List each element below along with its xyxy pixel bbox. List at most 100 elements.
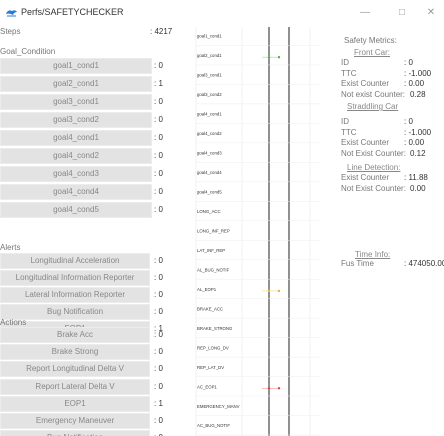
alerts-button[interactable]: Longitudinal Acceleration xyxy=(0,253,150,269)
line-detection-title: Line Detection: xyxy=(347,163,401,172)
window-title: Perfs/SAFETYCHECKER xyxy=(21,7,124,17)
event-marker xyxy=(267,55,271,59)
actions-button[interactable]: Report Longitudinal Delta V xyxy=(0,361,150,378)
goal-button[interactable]: goal4_cond5 xyxy=(0,202,152,218)
app-icon xyxy=(6,10,17,17)
goal-value: : 1 xyxy=(154,79,163,88)
title-bar: Perfs/SAFETYCHECKER — □ ✕ xyxy=(0,0,444,26)
actions-button[interactable]: Emergency Maneuver xyxy=(0,413,150,429)
goal-button[interactable]: goal4_cond3 xyxy=(0,166,152,182)
timeline-row-label: LONG_ACC xyxy=(197,209,221,214)
actions-button[interactable]: Brake Acc xyxy=(0,327,150,343)
timeline-row-label: goal4_cond3 xyxy=(197,151,222,156)
timeline-row-label: AC_EOP1 xyxy=(197,384,217,389)
goal-value: : 0 xyxy=(154,205,163,214)
actions-value: : 0 xyxy=(154,330,163,339)
metric-label: TTC xyxy=(341,68,357,78)
timeline-row-label: goal3_cond1 xyxy=(197,73,222,78)
alerts-button[interactable]: Lateral Information Reporter xyxy=(0,287,150,303)
event-marker xyxy=(267,387,271,390)
maximize-button[interactable]: □ xyxy=(392,5,412,21)
alerts-value: : 0 xyxy=(154,273,163,282)
timeline-row-label: goal1_cond1 xyxy=(197,34,222,39)
metric-value: : 0 xyxy=(404,58,413,67)
actions-value: : 0 xyxy=(154,347,163,357)
metric-value: : 474050.00 xyxy=(404,259,444,268)
timeline-row-label: goal4_cond4 xyxy=(197,170,222,175)
goal-value: : 0 xyxy=(154,115,163,124)
metric-label: Exist Counter xyxy=(341,138,390,147)
minimize-button[interactable]: — xyxy=(355,5,375,21)
metric-value: : -1.000 xyxy=(404,127,432,137)
timeline-row-label: AL_BUG_NOTIF xyxy=(197,267,230,272)
goal-value: : 0 xyxy=(154,61,163,70)
event-marker xyxy=(277,289,281,293)
actions-value: : 0 xyxy=(154,364,163,374)
timeline-row-label: AC_BUG_NOTIF xyxy=(197,423,230,428)
timeline-row-label: LAT_INF_REP xyxy=(197,248,225,253)
metric-label: Not Exist Counter: xyxy=(341,183,406,193)
goal-button[interactable]: goal4_cond1 xyxy=(0,130,152,146)
front-car-title: Front Car: xyxy=(354,48,391,57)
metric-value: : 0.00 xyxy=(404,79,425,88)
goal-value: : 0 xyxy=(154,97,163,106)
goal-condition-title: Goal_Condition xyxy=(0,47,56,56)
actions-value: : 0 xyxy=(154,416,163,425)
straddling-car-title: Straddling Car xyxy=(347,102,399,111)
event-marker xyxy=(267,289,271,293)
goal-button[interactable]: goal4_cond4 xyxy=(0,184,152,200)
goal-button[interactable]: goal4_cond2 xyxy=(0,148,152,164)
metric-value: : -1.000 xyxy=(404,68,432,78)
timeline-row-label: EMERGENCY_MANV xyxy=(197,404,240,409)
actions-title: Actions xyxy=(0,318,27,327)
alerts-button[interactable]: Longitudinal Information Reporter xyxy=(0,270,150,286)
metric-label: Exist Counter xyxy=(341,79,390,88)
timeline-row-label: LONG_INF_REP xyxy=(197,228,230,233)
event-timeline: goal1_cond1 goal2_cond1 goal3_cond1 goal3_c… xyxy=(195,27,320,436)
actions-value: : 0 xyxy=(154,381,163,391)
metric-label: ID xyxy=(341,58,349,67)
timeline-row-label: goal4_cond2 xyxy=(197,131,222,136)
safety-metrics-title: Safety Metrics: xyxy=(344,36,397,45)
timeline-row-label: goal4_cond1 xyxy=(197,112,222,117)
goal-value: : 0 xyxy=(154,187,163,196)
timeline-row-label: goal3_cond2 xyxy=(197,92,222,97)
close-button[interactable]: ✕ xyxy=(421,5,441,21)
alerts-value: : 0 xyxy=(154,256,163,265)
metric-value: : 0 xyxy=(404,117,413,126)
actions-value: : 1 xyxy=(154,398,163,408)
metric-value: : 0.00 xyxy=(404,138,425,147)
actions-button[interactable]: Report Lateral Delta V xyxy=(0,378,150,395)
timeline-row-label: BRAKE_STRONG xyxy=(197,326,233,331)
timeline-row-label: AL_EOP1 xyxy=(197,287,217,292)
alerts-value: : 0 xyxy=(154,290,163,299)
metric-label: Fus Time xyxy=(341,259,374,268)
metric-label: TTC xyxy=(341,127,357,137)
metric-label: Not Exist Counter: xyxy=(341,148,406,158)
metric-value: : 11.88 xyxy=(404,173,428,182)
event-marker xyxy=(277,55,281,59)
goal-button[interactable]: goal1_cond1 xyxy=(0,58,152,74)
metric-value: 0.12 xyxy=(410,148,426,158)
goal-value: : 0 xyxy=(154,151,163,160)
goal-button[interactable]: goal3_cond2 xyxy=(0,112,152,128)
steps-label: Steps xyxy=(0,27,21,36)
goal-button[interactable]: goal3_cond1 xyxy=(0,94,152,110)
metric-label: ID xyxy=(341,117,349,126)
timeline-row-label: REP_LAT_DV xyxy=(197,365,224,370)
timeline-row-label: BRAKE_ACC xyxy=(197,306,223,311)
goal-value: : 0 xyxy=(154,133,163,142)
timeline-row-label: goal2_cond1 xyxy=(197,53,222,58)
metric-label: Not exist Counter: xyxy=(341,89,406,99)
goal-button[interactable]: goal2_cond1 xyxy=(0,76,152,92)
timeline-row-label: goal4_cond5 xyxy=(197,190,222,195)
goal-value: : 0 xyxy=(154,169,163,178)
metric-label: Exist Counter xyxy=(341,173,390,182)
actions-button[interactable]: Bug Notification xyxy=(0,430,150,436)
time-info-title: Time Info: xyxy=(355,250,391,259)
metric-value: 0.28 xyxy=(410,89,426,99)
actions-button[interactable]: EOP1 xyxy=(0,395,150,412)
alerts-title: Alerts xyxy=(0,243,21,252)
alerts-value: : 0 xyxy=(154,307,163,316)
actions-button[interactable]: Brake Strong xyxy=(0,344,150,361)
